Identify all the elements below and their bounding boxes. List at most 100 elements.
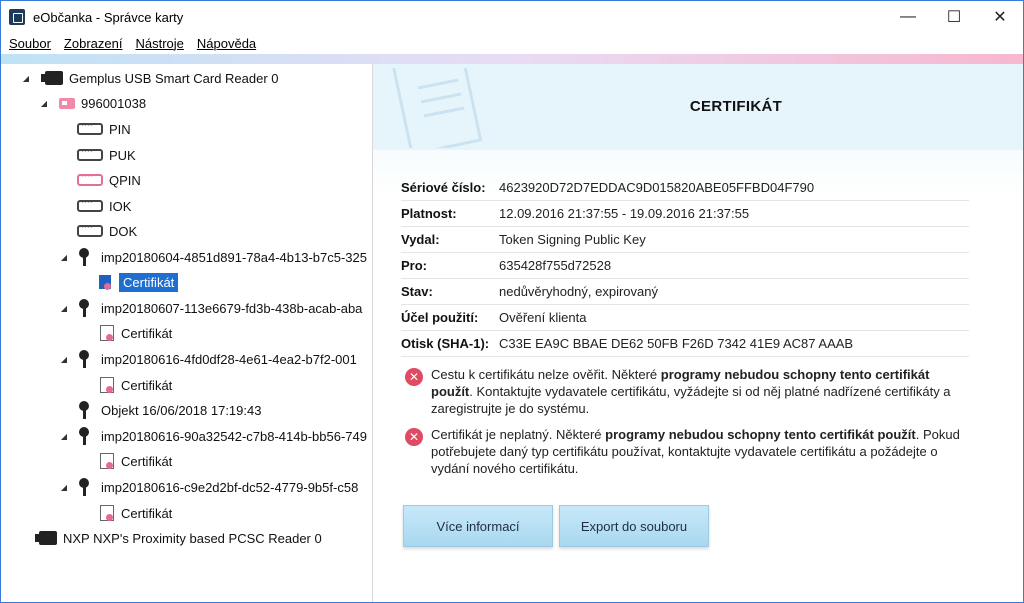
app-icon	[9, 9, 25, 25]
detail-title: CERTIFIKÁT	[689, 98, 783, 115]
collapse-icon[interactable]: ◢	[59, 253, 69, 262]
minimize-button[interactable]: —	[885, 1, 931, 33]
pin-icon	[77, 146, 103, 161]
card-tree: ◢ Gemplus USB Smart Card Reader 0 ◢ 9960…	[1, 64, 373, 602]
warning-text: Certifikát je neplatný. Některé programy…	[431, 427, 960, 476]
prop-key: Stav:	[401, 284, 433, 299]
tree-label: 996001038	[81, 95, 147, 111]
tree-puk[interactable]: PUK	[77, 144, 136, 166]
key-icon	[77, 478, 95, 496]
tree-label: Certifikát	[121, 377, 173, 393]
tree-key[interactable]: ◢ imp20180616-c9e2d2bf-dc52-4779-9b5f-c5…	[59, 476, 358, 498]
id-card-icon	[59, 97, 75, 109]
key-icon	[77, 299, 95, 317]
tree-dok[interactable]: DOK	[77, 220, 137, 242]
tree-label: imp20180616-c9e2d2bf-dc52-4779-9b5f-c58	[101, 479, 359, 495]
tree-reader-gemplus[interactable]: ◢ Gemplus USB Smart Card Reader 0	[21, 67, 279, 89]
tree-label: Objekt 16/06/2018 17:19:43	[101, 402, 262, 418]
tree-certificate[interactable]: Certifikát	[97, 502, 172, 524]
more-info-button[interactable]: Více informací	[403, 505, 553, 547]
collapse-icon[interactable]: ◢	[21, 74, 31, 83]
qpin-icon	[77, 171, 103, 186]
prop-value: 12.09.2016 21:37:55 - 19.09.2016 21:37:5…	[499, 206, 750, 221]
tree-certificate[interactable]: Certifikát	[97, 450, 172, 472]
collapse-icon[interactable]: ◢	[59, 304, 69, 313]
prop-key: Pro:	[401, 258, 427, 273]
tree-label: PIN	[109, 121, 131, 137]
prop-usage: Účel použití: Ověření klienta	[401, 305, 969, 331]
tree-certificate[interactable]: Certifikát	[97, 374, 172, 396]
tree-key[interactable]: ◢ imp20180607-113e6679-fd3b-438b-acab-ab…	[59, 297, 362, 319]
collapse-icon[interactable]: ◢	[59, 432, 69, 441]
window-title: eObčanka - Správce karty	[33, 9, 184, 25]
prop-status: Stav: nedůvěryhodný, expirovaný	[401, 279, 969, 305]
pin-icon	[77, 197, 103, 212]
pin-icon	[77, 222, 103, 237]
prop-value: Token Signing Public Key	[499, 232, 646, 247]
card-reader-icon	[41, 71, 63, 85]
certificate-detail-panel: CERTIFIKÁT Sériové číslo: 4623920D72D7ED…	[373, 64, 1023, 602]
prop-issuer: Vydal: Token Signing Public Key	[401, 227, 969, 253]
prop-key: Sériové číslo:	[401, 180, 486, 195]
tree-label: DOK	[109, 223, 138, 239]
tree-label: imp20180616-4fd0df28-4e61-4ea2-b7f2-001	[101, 351, 357, 367]
tree-card[interactable]: ◢ 996001038	[39, 92, 146, 114]
window-controls: — ☐ ✕	[885, 1, 1023, 33]
export-button[interactable]: Export do souboru	[559, 505, 709, 547]
key-icon	[77, 350, 95, 368]
app-window: eObčanka - Správce karty — ☐ ✕ Soubor Zo…	[0, 0, 1024, 603]
tree-label: PUK	[109, 147, 136, 163]
collapse-icon[interactable]: ◢	[59, 483, 69, 492]
title-bar[interactable]: eObčanka - Správce karty — ☐ ✕	[1, 1, 1023, 33]
tree-key[interactable]: ◢ imp20180616-90a32542-c7b8-414b-bb56-74…	[59, 425, 367, 447]
prop-key: Otisk (SHA-1):	[401, 336, 490, 351]
prop-value: Ověření klienta	[499, 310, 587, 325]
tree-label: QPIN	[109, 172, 141, 188]
certificate-properties: Sériové číslo: 4623920D72D7EDDAC9D015820…	[401, 175, 969, 357]
accent-band	[1, 54, 1023, 64]
tree-object[interactable]: Objekt 16/06/2018 17:19:43	[77, 399, 261, 421]
error-icon: ✕	[405, 368, 423, 386]
tree-label: Certifikát	[121, 505, 173, 521]
card-reader-icon	[35, 531, 57, 545]
collapse-icon[interactable]: ◢	[39, 99, 49, 108]
key-icon	[77, 401, 95, 419]
certificate-icon	[95, 273, 113, 291]
tree-reader-nxp[interactable]: NXP NXP's Proximity based PCSC Reader 0	[35, 527, 322, 549]
menu-bar: Soubor Zobrazení Nástroje Nápověda	[1, 33, 1023, 53]
menu-napoveda[interactable]: Nápověda	[189, 36, 261, 51]
menu-zobrazeni[interactable]: Zobrazení	[56, 36, 128, 51]
tree-label: Gemplus USB Smart Card Reader 0	[69, 70, 279, 86]
tree-label: imp20180604-4851d891-78a4-4b13-b7c5-325	[101, 249, 367, 265]
tree-pin[interactable]: PIN	[77, 118, 131, 140]
prop-value: nedůvěryhodný, expirovaný	[499, 284, 658, 299]
tree-iok[interactable]: IOK	[77, 195, 131, 217]
menu-soubor[interactable]: Soubor	[1, 36, 56, 51]
warning-invalid: ✕ Certifikát je neplatný. Některé progra…	[405, 426, 965, 477]
tree-key[interactable]: ◢ imp20180616-4fd0df28-4e61-4ea2-b7f2-00…	[59, 348, 357, 370]
tree-label: NXP NXP's Proximity based PCSC Reader 0	[63, 530, 322, 546]
collapse-icon[interactable]: ◢	[59, 355, 69, 364]
tree-certificate-selected[interactable]: Certifikát	[95, 271, 179, 293]
tree-label: Certifikát	[119, 272, 179, 292]
prop-value: C33E EA9C BBAE DE62 50FB F26D 7342 41E9 …	[499, 336, 854, 351]
tree-certificate[interactable]: Certifikát	[97, 322, 172, 344]
prop-key: Účel použití:	[401, 310, 479, 325]
key-icon	[77, 248, 95, 266]
prop-subject: Pro: 635428f755d72528	[401, 253, 969, 279]
error-icon: ✕	[405, 428, 423, 446]
close-button[interactable]: ✕	[977, 1, 1023, 33]
tree-label: Certifikát	[121, 325, 173, 341]
warning-path: ✕ Cestu k certifikátu nelze ověřit. Někt…	[405, 366, 965, 417]
certificate-icon	[97, 504, 115, 522]
menu-nastroje[interactable]: Nástroje	[127, 36, 188, 51]
tree-key[interactable]: ◢ imp20180604-4851d891-78a4-4b13-b7c5-32…	[59, 246, 367, 268]
tree-label: imp20180616-90a32542-c7b8-414b-bb56-749	[101, 428, 367, 444]
prop-serial: Sériové číslo: 4623920D72D7EDDAC9D015820…	[401, 175, 969, 201]
certificate-icon	[97, 324, 115, 342]
maximize-button[interactable]: ☐	[931, 1, 977, 33]
tree-qpin[interactable]: QPIN	[77, 169, 141, 191]
tree-label: Certifikát	[121, 453, 173, 469]
key-icon	[77, 427, 95, 445]
certificate-icon	[97, 452, 115, 470]
